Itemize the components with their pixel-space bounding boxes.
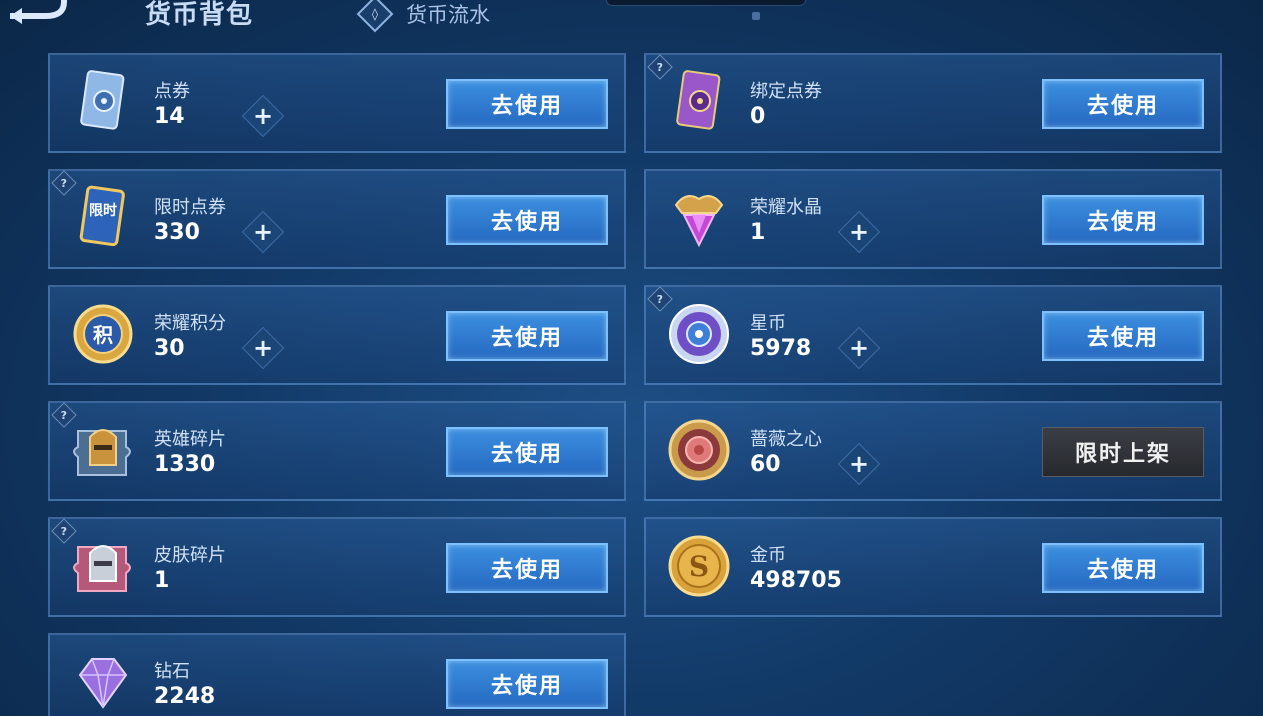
currency-flow-tab[interactable]: ◊ 货币流水 [356,0,490,33]
ticket-card-icon [80,70,125,130]
flow-diamond-icon: ◊ [356,0,394,33]
back-arrow-icon[interactable] [6,0,74,26]
currency-name: 英雄碎片 [154,429,226,450]
currency-name: 星币 [750,313,786,334]
use-button[interactable]: 去使用 [1042,195,1204,245]
add-plus-button[interactable]: + [241,94,285,138]
hero-fragment-icon [73,429,131,476]
limited-ticket-icon: 限时 [79,185,125,247]
use-button[interactable]: 去使用 [1042,311,1204,361]
use-button[interactable]: 去使用 [446,427,608,477]
currency-amount: 5978 [750,336,812,361]
gold-coin-icon: S [668,535,730,597]
currency-name: 绑定点券 [750,81,822,102]
currency-card-glory-points: 积 荣耀积分 30 + 去使用 [48,285,626,385]
currency-card-bound-dianquan: ? 绑定点券 0 去使用 [644,53,1222,153]
currency-amount: 60 [750,452,781,477]
add-plus-button[interactable]: + [837,442,881,486]
currency-amount: 0 [750,104,766,129]
bound-ticket-card-icon [676,70,721,130]
page-title: 货币背包 [145,0,254,30]
currency-card-limited-dianquan: ? 限时 限时点券 330 + 去使用 [48,169,626,269]
glory-crystal-icon [674,195,724,248]
svg-text:积: 积 [93,323,113,347]
use-button[interactable]: 去使用 [446,79,608,129]
top-bar: 货币背包 ◊ 货币流水 [0,0,1263,44]
currency-card-diamond: 钻石 2248 去使用 [48,633,626,716]
diamond-icon [78,658,128,709]
star-coin-icon [669,304,729,364]
currency-name: 荣耀积分 [154,313,226,334]
currency-name: 点券 [154,81,190,102]
currency-card-hero-fragment: ? 英雄碎片 1330 去使用 [48,401,626,501]
currency-name: 金币 [750,545,786,566]
currency-amount: 330 [154,220,200,245]
currency-name: 蔷薇之心 [750,429,822,450]
currency-name: 皮肤碎片 [154,545,226,566]
currency-card-rose-heart: 蔷薇之心 60 + 限时上架 [644,401,1222,501]
top-center-panel [606,0,806,6]
use-button[interactable]: 去使用 [446,659,608,709]
currency-amount: 2248 [154,684,216,709]
currency-card-skin-fragment: ? 皮肤碎片 1 去使用 [48,517,626,617]
skin-fragment-icon [73,545,131,592]
add-plus-button[interactable]: + [837,210,881,254]
currency-card-dianquan: 点券 14 + 去使用 [48,53,626,153]
currency-amount: 1 [750,220,766,245]
add-plus-button[interactable]: + [241,210,285,254]
svg-text:S: S [689,550,709,583]
add-plus-button[interactable]: + [241,326,285,370]
currency-amount: 14 [154,104,185,129]
limited-listing-button[interactable]: 限时上架 [1042,427,1204,477]
currency-card-gold-coin: S 金币 498705 去使用 [644,517,1222,617]
use-button[interactable]: 去使用 [1042,79,1204,129]
currency-name: 限时点券 [154,197,226,218]
glory-points-coin-icon: 积 [73,304,133,364]
currency-amount: 498705 [750,568,842,593]
add-plus-button[interactable]: + [837,326,881,370]
currency-amount: 1330 [154,452,216,477]
currency-name: 荣耀水晶 [750,197,822,218]
currency-name: 钻石 [154,661,190,682]
use-button[interactable]: 去使用 [1042,543,1204,593]
use-button[interactable]: 去使用 [446,311,608,361]
currency-amount: 1 [154,568,170,593]
currency-card-glory-crystal: 荣耀水晶 1 + 去使用 [644,169,1222,269]
top-indicator-icon [752,12,760,20]
currency-card-star-coin: ? 星币 5978 + 去使用 [644,285,1222,385]
use-button[interactable]: 去使用 [446,195,608,245]
svg-text:限时: 限时 [89,202,117,219]
rose-heart-coin-icon [668,419,730,481]
currency-flow-label: 货币流水 [406,3,490,27]
use-button[interactable]: 去使用 [446,543,608,593]
currency-amount: 30 [154,336,185,361]
